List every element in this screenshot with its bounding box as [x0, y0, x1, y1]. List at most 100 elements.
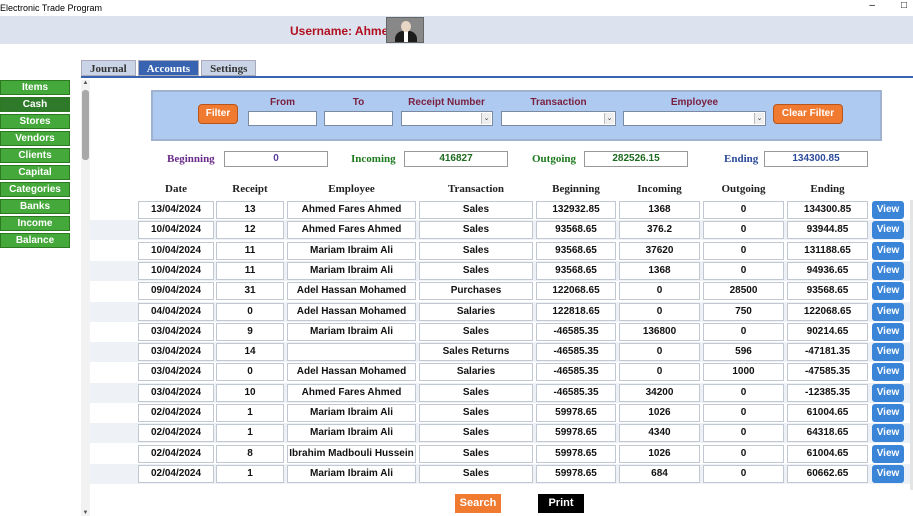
view-button[interactable]: View — [872, 464, 904, 483]
sidebar-item-vendors[interactable]: Vendors — [0, 131, 70, 146]
scroll-thumb[interactable] — [82, 90, 89, 160]
table-row[interactable]: 03/04/2024 14 Sales Returns -46585.35 0 596 -4… — [90, 342, 910, 363]
view-button[interactable]: View — [872, 282, 904, 301]
table-row[interactable]: 03/04/2024 9 Mariam Ibraim Ali Sales -46585.… — [90, 322, 910, 342]
cell-incoming: 0 — [619, 282, 700, 301]
view-button[interactable]: View — [872, 302, 904, 321]
employee-select[interactable]: ⌄ — [623, 111, 766, 126]
cell-receipt: 0 — [216, 302, 284, 321]
cell-incoming: 376.2 — [619, 221, 700, 240]
minimize-button[interactable]: – — [869, 0, 875, 11]
table-row[interactable]: 04/04/2024 0 Adel Hassan Mohamed Salaries 12… — [90, 301, 910, 322]
cell-incoming: 684 — [619, 464, 700, 483]
cell-employee: Ibrahim Madbouli Hussein — [287, 444, 416, 463]
chevron-down-icon[interactable]: ⌄ — [754, 113, 764, 124]
view-button[interactable]: View — [872, 343, 904, 362]
cell-employee: Mariam Ibraim Ali — [287, 261, 416, 280]
cell-beginning: 59978.65 — [536, 404, 616, 422]
avatar — [386, 17, 424, 43]
restore-button[interactable]: □ — [901, 0, 907, 11]
table-row[interactable]: 03/04/2024 10 Ahmed Fares Ahmed Sales -46585… — [90, 382, 910, 403]
chevron-down-icon[interactable]: ⌄ — [481, 113, 491, 124]
sidebar-item-income[interactable]: Income — [0, 216, 70, 231]
to-label: To — [352, 97, 365, 108]
cell-date: 02/04/2024 — [138, 404, 214, 422]
view-button[interactable]: View — [872, 424, 904, 443]
cell-employee: Mariam Ibraim Ali — [287, 241, 416, 260]
view-button[interactable]: View — [872, 241, 904, 260]
receipt-number-select[interactable]: ⌄ — [401, 111, 493, 126]
cell-date: 03/04/2024 — [138, 343, 214, 362]
filter-button[interactable]: Filter — [198, 104, 238, 124]
table-row[interactable]: 02/04/2024 1 Mariam Ibraim Ali Sales 59978.6… — [90, 403, 910, 423]
view-button[interactable]: View — [872, 363, 904, 382]
search-button[interactable]: Search — [455, 494, 501, 513]
table-row[interactable]: 10/04/2024 11 Mariam Ibraim Ali Sales 93568.… — [90, 260, 910, 281]
cell-receipt: 1 — [216, 404, 284, 422]
cell-outgoing: 596 — [703, 343, 784, 362]
cell-beginning: -46585.35 — [536, 322, 616, 341]
beginning-value: 0 — [224, 151, 328, 167]
cell-outgoing: 750 — [703, 302, 784, 321]
tab-settings[interactable]: Settings — [201, 60, 257, 76]
view-button[interactable]: View — [872, 383, 904, 402]
view-button[interactable]: View — [872, 404, 904, 422]
header-employee: Employee — [328, 183, 375, 195]
sidebar-item-capital[interactable]: Capital — [0, 165, 70, 180]
sidebar-item-clients[interactable]: Clients — [0, 148, 70, 163]
scroll-down-icon[interactable]: ▼ — [81, 510, 90, 516]
cell-transaction: Sales — [419, 201, 533, 219]
cell-ending: -47585.35 — [787, 363, 868, 382]
cell-beginning: -46585.35 — [536, 343, 616, 362]
table-row[interactable]: 10/04/2024 12 Ahmed Fares Ahmed Sales 93568.… — [90, 220, 910, 241]
sidebar-item-stores[interactable]: Stores — [0, 114, 70, 129]
tab-journal[interactable]: Journal — [81, 60, 136, 76]
table-row[interactable]: 02/04/2024 1 Mariam Ibraim Ali Sales 59978.6… — [90, 423, 910, 444]
chevron-down-icon[interactable]: ⌄ — [604, 113, 614, 124]
clear-filter-button[interactable]: Clear Filter — [773, 104, 843, 124]
cell-date: 04/04/2024 — [138, 302, 214, 321]
cell-outgoing: 0 — [703, 241, 784, 260]
table-row[interactable]: 10/04/2024 11 Mariam Ibraim Ali Sales 93568.… — [90, 241, 910, 261]
cell-ending: 93568.65 — [787, 282, 868, 301]
sidebar-item-balance[interactable]: Balance — [0, 233, 70, 248]
cell-ending: -47181.35 — [787, 343, 868, 362]
view-button[interactable]: View — [872, 201, 904, 219]
to-date-input[interactable] — [324, 111, 393, 126]
cell-employee: Mariam Ibraim Ali — [287, 404, 416, 422]
table-row[interactable]: 03/04/2024 0 Adel Hassan Mohamed Salaries -4… — [90, 362, 910, 382]
cell-ending: 61004.65 — [787, 444, 868, 463]
cell-receipt: 11 — [216, 261, 284, 280]
cell-transaction: Salaries — [419, 302, 533, 321]
cell-transaction: Sales — [419, 241, 533, 260]
table-row[interactable]: 13/04/2024 13 Ahmed Fares Ahmed Sales 132932… — [90, 200, 910, 220]
view-button[interactable]: View — [872, 261, 904, 280]
sidebar-item-banks[interactable]: Banks — [0, 199, 70, 214]
sidebar-item-categories[interactable]: Categories — [0, 182, 70, 197]
cell-ending: 60662.65 — [787, 464, 868, 483]
cell-date: 02/04/2024 — [138, 464, 214, 483]
transaction-select[interactable]: ⌄ — [501, 111, 616, 126]
cell-incoming: 0 — [619, 363, 700, 382]
scroll-up-icon[interactable]: ▲ — [81, 80, 90, 86]
sidebar-item-items[interactable]: Items — [0, 80, 70, 95]
table-row[interactable]: 09/04/2024 31 Adel Hassan Mohamed Purchases… — [90, 281, 910, 301]
print-button[interactable]: Print — [538, 494, 584, 513]
table-row[interactable]: 02/04/2024 1 Mariam Ibraim Ali Sales 59978.6… — [90, 463, 910, 484]
from-label: From — [270, 97, 295, 108]
view-button[interactable]: View — [872, 444, 904, 463]
table-row[interactable]: 02/04/2024 8 Ibrahim Madbouli Hussein Sales… — [90, 444, 910, 464]
cell-transaction: Sales — [419, 261, 533, 280]
window-title: Electronic Trade Program — [0, 3, 103, 13]
page-scrollbar[interactable]: ▲ ▼ — [81, 80, 90, 516]
sidebar-item-cash[interactable]: Cash — [0, 97, 70, 112]
from-date-input[interactable] — [248, 111, 317, 126]
cell-incoming: 34200 — [619, 383, 700, 402]
tab-accounts[interactable]: Accounts — [137, 60, 200, 76]
view-button[interactable]: View — [872, 221, 904, 240]
view-button[interactable]: View — [872, 322, 904, 341]
cell-date: 10/04/2024 — [138, 221, 214, 240]
cell-receipt: 8 — [216, 444, 284, 463]
cell-incoming: 4340 — [619, 424, 700, 443]
cell-outgoing: 0 — [703, 261, 784, 280]
